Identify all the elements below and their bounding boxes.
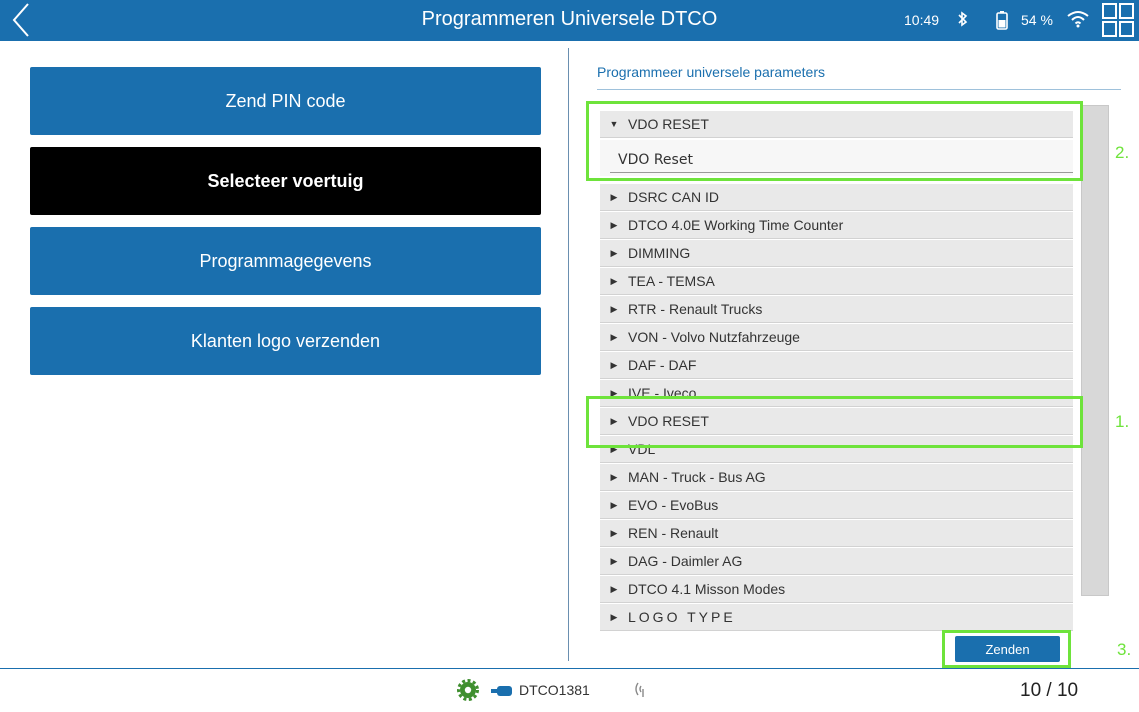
list-item[interactable]: ▶ DAF - DAF — [600, 352, 1073, 379]
triangle-right-icon: ▶ — [610, 555, 618, 566]
list-item[interactable]: ▶ DSRC CAN ID — [600, 184, 1073, 211]
list-item[interactable]: ▶ DTCO 4.0E Working Time Counter — [600, 212, 1073, 239]
panel-title: Programmeer universele parameters — [597, 64, 825, 80]
bluetooth-icon — [957, 9, 969, 34]
list-item[interactable]: ▶ REN - Renault — [600, 520, 1073, 547]
list-item-label: VON - Volvo Nutzfahrzeuge — [628, 329, 800, 345]
signal-icon — [633, 680, 647, 703]
highlight-box-2 — [586, 101, 1083, 181]
list-item-label: DSRC CAN ID — [628, 189, 720, 205]
triangle-right-icon: ▶ — [610, 583, 618, 594]
list-item-label: RTR - Renault Trucks — [628, 301, 763, 317]
triangle-right-icon: ▶ — [610, 275, 618, 286]
triangle-right-icon: ▶ — [610, 471, 618, 482]
highlight-box-1 — [586, 396, 1083, 448]
list-item-label: MAN - Truck - Bus AG — [628, 469, 766, 485]
programmagegevens-button[interactable]: Programmagegevens — [30, 227, 541, 295]
list-item-label: DAF - DAF — [628, 357, 697, 373]
footer-rule — [0, 668, 1139, 669]
triangle-right-icon: ▶ — [610, 359, 618, 370]
list-item-label: DAG - Daimler AG — [628, 553, 743, 569]
triangle-right-icon: ▶ — [610, 331, 618, 342]
list-item[interactable]: ▶ MAN - Truck - Bus AG — [600, 464, 1073, 491]
list-item-label: TEA - TEMSA — [628, 273, 715, 289]
list-item-label: EVO - EvoBus — [628, 497, 719, 513]
list-item-label: REN - Renault — [628, 525, 719, 541]
list-item[interactable]: ▶ DTCO 4.1 Misson Modes — [600, 576, 1073, 603]
zend-pin-code-button[interactable]: Zend PIN code — [30, 67, 541, 135]
list-item-label: LOGO TYPE — [628, 609, 736, 625]
list-item[interactable]: ▶ VON - Volvo Nutzfahrzeuge — [600, 324, 1073, 351]
list-item[interactable]: ▶ RTR - Renault Trucks — [600, 296, 1073, 323]
triangle-right-icon: ▶ — [610, 247, 618, 258]
grid-menu-icon[interactable] — [1102, 3, 1134, 42]
battery-level: 54 % — [1021, 12, 1053, 28]
panel-title-rule — [597, 89, 1121, 90]
triangle-right-icon: ▶ — [610, 527, 618, 538]
list-item-label: DIMMING — [628, 245, 691, 261]
list-scrollbar[interactable] — [1081, 105, 1109, 596]
annotation-number-2: 2. — [1115, 143, 1130, 162]
list-item[interactable]: ▶ TEA - TEMSA — [600, 268, 1073, 295]
gear-icon — [457, 679, 479, 706]
annotation-number-3: 3. — [1117, 640, 1132, 659]
triangle-right-icon: ▶ — [610, 611, 618, 622]
list-item[interactable]: ▶ EVO - EvoBus — [600, 492, 1073, 519]
highlight-box-3 — [942, 630, 1071, 668]
header-bar: Programmeren Universele DTCO 10:49 54 % — [0, 0, 1139, 41]
klanten-logo-verzenden-button[interactable]: Klanten logo verzenden — [30, 307, 541, 375]
panel-divider — [568, 48, 569, 661]
list-item[interactable]: ▶ DIMMING — [600, 240, 1073, 267]
list-item[interactable]: ▶ DAG - Daimler AG — [600, 548, 1073, 575]
selecteer-voertuig-button[interactable]: Selecteer voertuig — [30, 147, 541, 215]
connector-icon — [491, 684, 513, 702]
triangle-right-icon: ▶ — [610, 191, 618, 202]
list-item[interactable]: ▶ LOGO TYPE — [600, 604, 1073, 631]
annotation-number-1: 1. — [1115, 412, 1130, 431]
clock: 10:49 — [904, 12, 940, 28]
app-window: Programmeren Universele DTCO 10:49 54 % … — [0, 0, 1139, 712]
list-item-label: DTCO 4.0E Working Time Counter — [628, 217, 844, 233]
list-item-label: DTCO 4.1 Misson Modes — [628, 581, 786, 597]
triangle-right-icon: ▶ — [610, 499, 618, 510]
triangle-right-icon: ▶ — [610, 219, 618, 230]
page-counter: 10 / 10 — [1020, 680, 1079, 701]
battery-icon — [996, 10, 1008, 35]
wifi-icon — [1067, 10, 1089, 33]
triangle-right-icon: ▶ — [610, 303, 618, 314]
device-id: DTCO1381 — [519, 682, 590, 698]
